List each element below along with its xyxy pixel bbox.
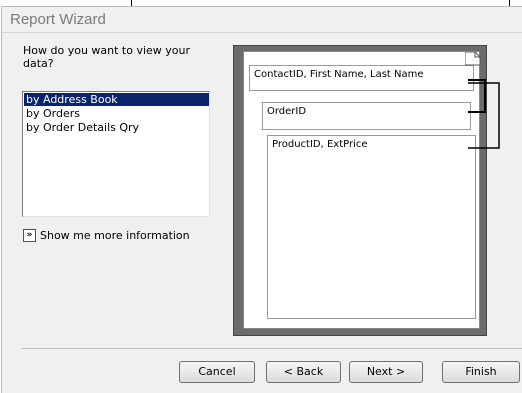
preview-page: ContactID, First Name, Last Name OrderID… [243,51,480,329]
dialog-title: Report Wizard [10,11,106,28]
more-info-link[interactable]: Show me more information [40,229,190,242]
grouping-bracket [468,79,500,149]
grouping-preview: ContactID, First Name, Last Name OrderID… [233,45,487,336]
finish-button[interactable]: Finish [442,361,520,383]
next-button[interactable]: Next > [349,361,423,383]
footer-divider [22,348,522,349]
view-options-list[interactable]: by Address Book by Orders by Order Detai… [22,91,210,217]
list-item-address-book[interactable]: by Address Book [24,93,209,106]
group-level-1: ContactID, First Name, Last Name [249,65,474,91]
list-item-orders[interactable]: by Orders [24,107,209,120]
cancel-button[interactable]: Cancel [179,361,255,383]
title-divider [2,32,522,33]
list-item-order-details[interactable]: by Order Details Qry [24,121,209,134]
page-fold-icon [465,52,481,66]
view-question-label: How do you want to view your data? [23,44,191,70]
group-level-2: OrderID [262,102,471,130]
back-button[interactable]: < Back [266,361,341,383]
group-level-3: ProductID, ExtPrice [267,135,476,319]
report-wizard-dialog: Report Wizard How do you want to view yo… [1,6,522,393]
more-info-icon[interactable]: » [23,229,36,242]
